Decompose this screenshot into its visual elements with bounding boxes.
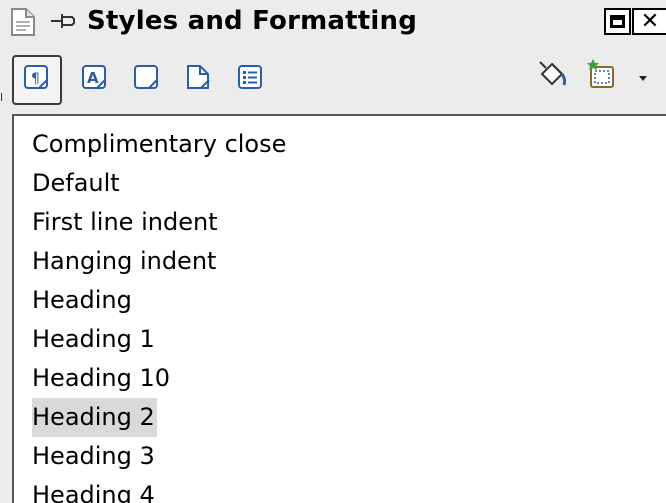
close-icon: ✕ — [640, 8, 660, 34]
dropdown-arrow-icon — [637, 68, 649, 87]
list-item-label: Complimentary close — [32, 130, 287, 158]
list-styles-icon — [237, 64, 265, 96]
list-item-label: Default — [32, 169, 120, 197]
list-item-label: Hanging indent — [32, 247, 217, 275]
list-item[interactable]: Heading 2 — [14, 398, 666, 437]
list-item[interactable]: Heading 10 — [14, 359, 666, 398]
list-item[interactable]: Default — [14, 164, 666, 203]
frame-styles-button[interactable] — [128, 61, 166, 99]
paragraph-styles-button[interactable]: ¶ — [12, 55, 62, 105]
list-item[interactable]: Hanging indent — [14, 242, 666, 281]
list-item[interactable]: Heading 4 — [14, 476, 666, 503]
svg-text:A: A — [87, 69, 99, 87]
list-item-label: First line indent — [32, 208, 218, 236]
svg-text:¶: ¶ — [31, 71, 40, 87]
document-icon — [9, 7, 37, 41]
new-style-from-selection-button[interactable] — [584, 58, 622, 96]
list-item[interactable]: Heading 3 — [14, 437, 666, 476]
list-item[interactable]: Heading 1 — [14, 320, 666, 359]
fill-format-mode-button[interactable] — [534, 58, 572, 96]
frame-styles-icon — [133, 64, 161, 96]
list-item-label: Heading 1 — [32, 325, 155, 353]
title-bar: Styles and Formatting ✕ — [0, 0, 666, 44]
paragraph-styles-icon: ¶ — [23, 64, 51, 96]
style-toolbar: ¶ A — [0, 44, 666, 114]
list-item-label: Heading 2 — [32, 398, 157, 437]
list-item-label: Heading — [32, 286, 132, 314]
window-title: Styles and Formatting — [87, 6, 418, 36]
close-button[interactable]: ✕ — [632, 8, 666, 35]
list-item[interactable]: Heading — [14, 281, 666, 320]
new-style-from-selection-icon — [585, 57, 621, 97]
list-styles-button[interactable] — [232, 61, 270, 99]
dropdown-arrow-button[interactable] — [628, 58, 658, 96]
page-styles-button[interactable] — [180, 61, 218, 99]
list-item-label: Heading 4 — [32, 481, 155, 503]
list-item[interactable]: First line indent — [14, 203, 666, 242]
restore-icon — [610, 15, 625, 28]
character-styles-icon: A — [81, 64, 109, 96]
divider — [1, 93, 2, 101]
restore-button[interactable] — [604, 8, 631, 35]
list-item-label: Heading 10 — [32, 364, 171, 392]
list-item[interactable]: Complimentary close — [14, 125, 666, 164]
list-item-label: Heading 3 — [32, 442, 155, 470]
character-styles-button[interactable]: A — [76, 61, 114, 99]
pin-icon[interactable] — [50, 11, 76, 35]
page-styles-icon — [185, 64, 213, 96]
styles-list[interactable]: Complimentary close Default First line ind… — [12, 114, 666, 503]
fill-format-mode-icon — [536, 58, 570, 96]
